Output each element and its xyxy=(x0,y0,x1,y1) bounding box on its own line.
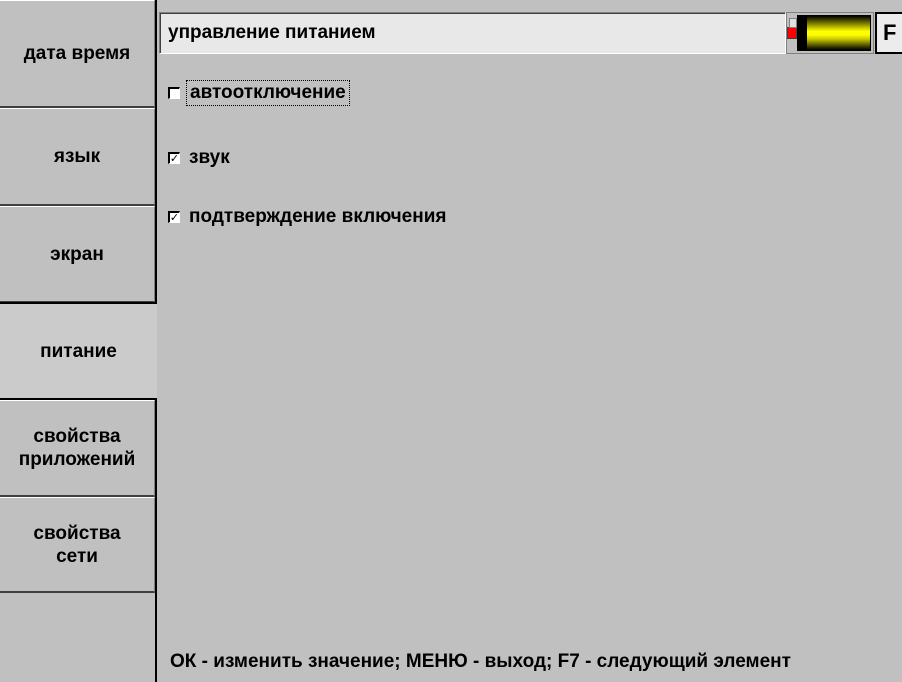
menu-item-app-properties[interactable]: свойства приложений xyxy=(0,400,155,497)
page-title: управление питанием xyxy=(159,12,786,54)
settings-menu: дата время язык экран питание свойства п… xyxy=(0,0,157,682)
menu-item-screen[interactable]: экран xyxy=(0,206,155,303)
checkbox-auto-off[interactable] xyxy=(168,87,180,99)
option-power-on-confirm[interactable]: ✓ подтверждение включения xyxy=(168,205,449,229)
option-label: автоотключение xyxy=(186,80,350,106)
key-hint-text: ОК - изменить значение; МЕНЮ - выход; F7… xyxy=(170,651,791,672)
menu-empty-area xyxy=(0,593,155,682)
title-bar: управление питанием F xyxy=(157,10,902,58)
check-mark-icon: ✓ xyxy=(169,210,180,224)
battery-icon xyxy=(797,15,871,51)
menu-item-language[interactable]: язык xyxy=(0,108,155,206)
option-sound[interactable]: ✓ звук xyxy=(168,146,233,170)
menu-item-label: язык xyxy=(53,146,101,167)
menu-item-label: дата время xyxy=(23,43,131,64)
checkbox-power-on-confirm[interactable]: ✓ xyxy=(168,211,180,223)
menu-item-date-time[interactable]: дата время xyxy=(0,0,155,108)
menu-item-label: свойства сети xyxy=(33,522,121,567)
option-label: звук xyxy=(189,147,230,168)
menu-item-network-properties[interactable]: свойства сети xyxy=(0,497,155,593)
menu-item-label: свойства приложений xyxy=(18,426,136,470)
battery-indicator xyxy=(786,12,874,54)
option-auto-off[interactable]: автоотключение xyxy=(168,80,350,106)
check-mark-icon: ✓ xyxy=(169,151,180,165)
option-label: подтверждение включения xyxy=(189,206,447,227)
function-key-button[interactable]: F xyxy=(875,12,902,54)
menu-item-power[interactable]: питание xyxy=(0,302,157,400)
menu-item-label: питание xyxy=(40,340,117,362)
battery-level-fill xyxy=(806,16,870,50)
checkbox-sound[interactable]: ✓ xyxy=(168,152,180,164)
menu-item-label: экран xyxy=(50,243,104,265)
battery-tip-icon xyxy=(787,18,797,39)
